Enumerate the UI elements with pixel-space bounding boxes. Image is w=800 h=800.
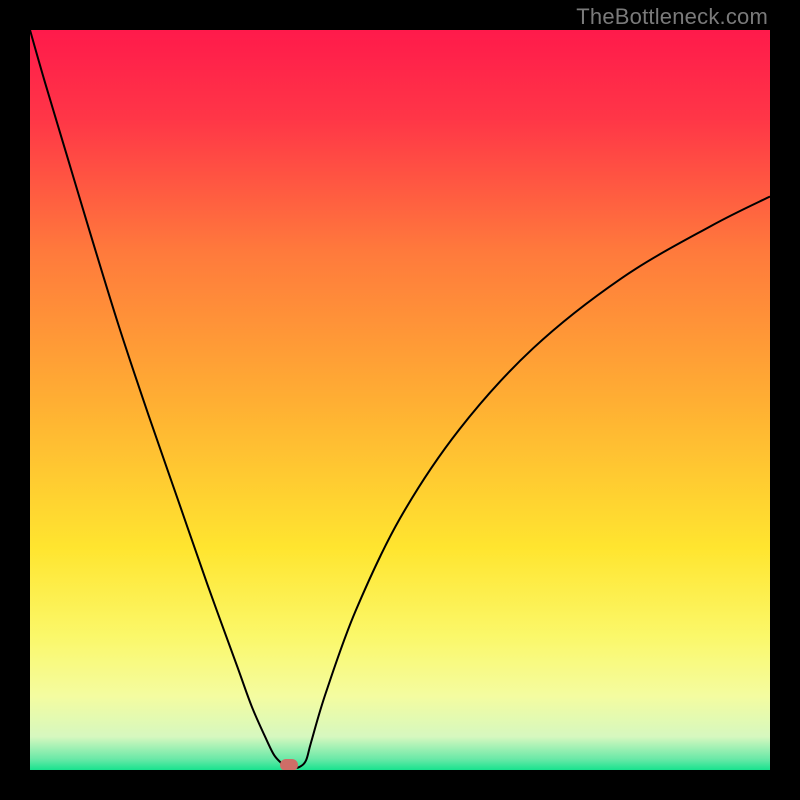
chart-frame: TheBottleneck.com	[0, 0, 800, 800]
watermark-text: TheBottleneck.com	[576, 4, 768, 30]
nadir-marker	[280, 759, 298, 770]
plot-area	[30, 30, 770, 770]
bottleneck-curve	[30, 30, 770, 770]
